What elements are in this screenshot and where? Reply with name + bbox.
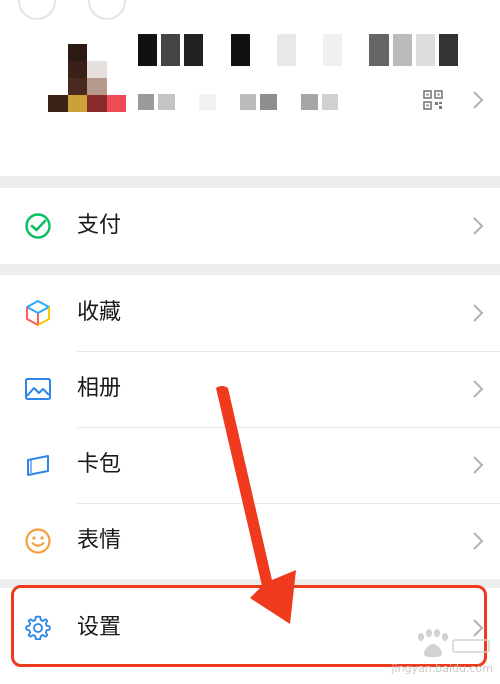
- favorites-cube-icon: [26, 300, 50, 326]
- smiley-face-icon: [25, 528, 51, 554]
- menu-item-album[interactable]: 相册: [0, 351, 500, 427]
- menu-item-stickers[interactable]: 表情: [0, 503, 500, 579]
- qr-code-icon[interactable]: [423, 90, 443, 110]
- menu-label-pay: 支付: [77, 213, 122, 238]
- pay-icon: [25, 213, 51, 239]
- menu-group-collections: 收藏 相册 卡包 表情: [0, 275, 500, 579]
- chevron-right-icon: [473, 217, 484, 235]
- menu-item-cards[interactable]: 卡包: [0, 427, 500, 503]
- watermark-url: jingyan.baidu.com: [391, 662, 493, 675]
- chevron-right-icon: [473, 456, 484, 474]
- nickname-mosaic: [138, 34, 458, 66]
- chevron-right-icon: [473, 91, 484, 109]
- status-circle: [88, 0, 126, 20]
- chevron-right-icon: [473, 380, 484, 398]
- menu-label-cards: 卡包: [77, 452, 122, 477]
- chevron-right-icon: [473, 304, 484, 322]
- baidu-watermark: jingyan.baidu.com: [375, 626, 493, 676]
- baidu-paw-logo: [418, 629, 490, 658]
- status-circle: [18, 0, 56, 20]
- profile-card[interactable]: [0, 0, 500, 176]
- wechat-id-mosaic: [138, 94, 339, 110]
- menu-label-album: 相册: [77, 376, 122, 401]
- chevron-right-icon: [473, 532, 484, 550]
- menu-item-favorites[interactable]: 收藏: [0, 275, 500, 351]
- menu-label-stickers: 表情: [77, 528, 122, 553]
- avatar[interactable]: [48, 44, 126, 112]
- album-picture-icon: [25, 378, 51, 400]
- menu-label-favorites: 收藏: [77, 300, 122, 325]
- menu-item-pay[interactable]: 支付: [0, 188, 500, 264]
- card-wallet-icon: [27, 455, 49, 476]
